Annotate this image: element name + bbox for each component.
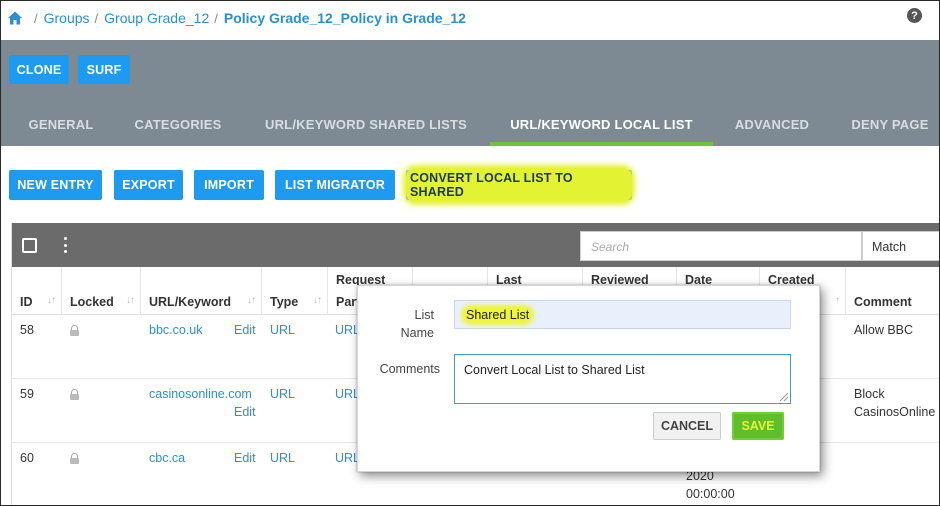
export-button[interactable]: EXPORT xyxy=(114,170,183,200)
column-header-locked[interactable]: Locked ↓↑ xyxy=(62,267,141,315)
lock-open-icon[interactable] xyxy=(70,453,79,464)
column-header-comment[interactable]: Comment xyxy=(846,267,939,315)
tab-general[interactable]: GENERAL xyxy=(17,103,105,146)
policy-header: CLONE SURF GENERAL CATEGORIES URL/KEYWOR… xyxy=(1,40,939,146)
convert-to-shared-dialog: List Name Shared List Comments Convert L… xyxy=(357,285,820,472)
row-url[interactable]: casinosonline.com xyxy=(149,387,252,401)
breadcrumb-groups[interactable]: Groups xyxy=(44,10,90,26)
comments-textarea[interactable]: Convert Local List to Shared List xyxy=(454,354,791,404)
select-all-checkbox[interactable] xyxy=(22,238,37,253)
lock-open-icon[interactable] xyxy=(70,325,79,336)
match-select[interactable]: Match xyxy=(862,231,939,261)
sort-icon: ↓↑ xyxy=(126,295,135,306)
row-type[interactable]: URL xyxy=(270,451,295,465)
row-type[interactable]: URL xyxy=(270,387,295,401)
local-list-actions: NEW ENTRY EXPORT IMPORT LIST MIGRATOR CO… xyxy=(1,146,939,223)
row-url[interactable]: cbc.ca xyxy=(149,451,185,465)
sort-icon: ↓↑ xyxy=(247,295,256,306)
comments-value: Convert Local List to Shared List xyxy=(464,363,645,377)
resize-grip-icon[interactable] xyxy=(780,393,788,401)
list-name-value: Shared List xyxy=(464,308,532,322)
grid-toolbar: Search Match xyxy=(12,223,939,267)
tab-deny-page[interactable]: DENY PAGE xyxy=(839,103,939,146)
row-edit-link[interactable]: Edit xyxy=(234,405,256,419)
row-time-created: 00:00:00 xyxy=(686,487,735,501)
tab-url-keyword-shared-lists[interactable]: URL/KEYWORD SHARED LISTS xyxy=(253,103,479,146)
breadcrumb-group[interactable]: Group Grade_12 xyxy=(104,10,209,26)
row-url[interactable]: bbc.co.uk xyxy=(149,323,203,337)
row-comment-line-1: Block xyxy=(854,387,885,401)
convert-local-list-to-shared-button[interactable]: CONVERT LOCAL LIST TO SHARED xyxy=(406,168,632,202)
breadcrumb-current-policy: Policy Grade_12_Policy in Grade_12 xyxy=(223,10,466,26)
column-header-type[interactable]: Type ↓↑ xyxy=(262,267,328,315)
clone-button[interactable]: CLONE xyxy=(9,55,69,84)
breadcrumb-separator: / xyxy=(214,10,218,26)
tab-url-keyword-local-list[interactable]: URL/KEYWORD LOCAL LIST xyxy=(490,103,713,146)
row-id: 58 xyxy=(20,323,34,337)
import-button[interactable]: IMPORT xyxy=(194,170,264,200)
home-icon[interactable] xyxy=(7,10,23,26)
surf-button[interactable]: SURF xyxy=(78,55,130,84)
list-name-label: List Name xyxy=(400,308,434,340)
grid-search-input[interactable]: Search xyxy=(580,231,862,261)
row-id: 60 xyxy=(20,451,34,465)
sort-icon: ↓↑ xyxy=(47,295,56,306)
row-id: 59 xyxy=(20,387,34,401)
cancel-button[interactable]: CANCEL xyxy=(653,412,721,440)
breadcrumb-separator: / xyxy=(34,10,38,26)
row-edit-link[interactable]: Edit xyxy=(234,451,256,465)
row-comment-line-2: CasinosOnline xyxy=(854,405,936,419)
list-migrator-button[interactable]: LIST MIGRATOR xyxy=(275,170,395,200)
comments-label: Comments xyxy=(379,362,440,376)
breadcrumb: / Groups / Group Grade_12 / Policy Grade… xyxy=(7,8,466,28)
sort-icon: ↑ xyxy=(835,295,840,306)
tab-advanced[interactable]: ADVANCED xyxy=(724,103,820,146)
sort-icon: ↓↑ xyxy=(313,295,322,306)
app-frame: / Groups / Group Grade_12 / Policy Grade… xyxy=(0,0,940,506)
help-icon[interactable]: ? xyxy=(907,8,922,23)
lock-open-icon[interactable] xyxy=(70,389,79,400)
column-header-url-keyword[interactable]: URL/Keyword ↓↑ xyxy=(141,267,262,315)
new-entry-button[interactable]: NEW ENTRY xyxy=(9,170,102,200)
row-edit-link[interactable]: Edit xyxy=(234,323,256,337)
convert-button-label: CONVERT LOCAL LIST TO SHARED xyxy=(406,168,632,202)
list-name-input[interactable]: Shared List xyxy=(454,300,791,329)
save-button[interactable]: SAVE xyxy=(732,412,784,440)
row-comment: Allow BBC xyxy=(854,323,914,337)
breadcrumb-separator: / xyxy=(94,10,99,26)
tab-categories[interactable]: CATEGORIES xyxy=(125,103,231,146)
policy-tabs: GENERAL CATEGORIES URL/KEYWORD SHARED LI… xyxy=(1,103,939,146)
column-header-id[interactable]: ID ↓↑ xyxy=(12,267,62,315)
row-type[interactable]: URL xyxy=(270,323,295,337)
more-actions-icon[interactable] xyxy=(64,237,68,253)
